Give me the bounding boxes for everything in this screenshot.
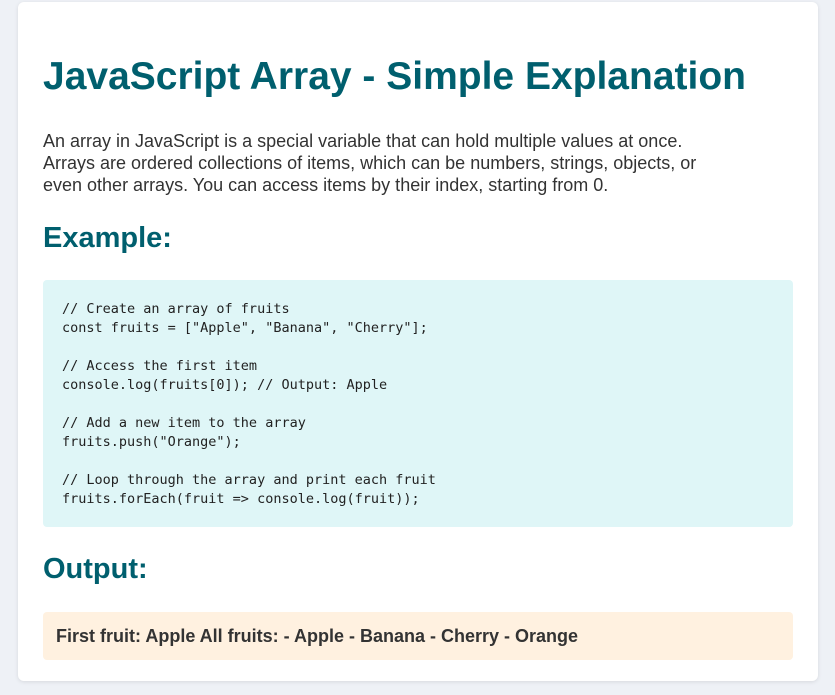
output-box: First fruit: Apple All fruits: - Apple -…	[43, 612, 793, 660]
code-line: console.log(fruits[0]); // Output: Apple	[62, 377, 388, 393]
code-line: // Loop through the array and print each…	[62, 472, 436, 488]
intro-line: Arrays are ordered collections of items,…	[43, 153, 697, 173]
code-line: fruits.forEach(fruit => console.log(frui…	[62, 491, 420, 507]
output-text: First fruit: Apple All fruits: - Apple -…	[56, 626, 579, 646]
code-line: const fruits = ["Apple", "Banana", "Cher…	[62, 320, 428, 336]
code-line: // Add a new item to the array	[62, 415, 306, 431]
intro-paragraph: An array in JavaScript is a special vari…	[43, 130, 793, 196]
intro-line: An array in JavaScript is a special vari…	[43, 131, 683, 151]
example-heading: Example:	[43, 222, 172, 254]
code-block: // Create an array of fruits const fruit…	[43, 280, 793, 527]
intro-line: even other arrays. You can access items …	[43, 175, 609, 195]
content-card: JavaScript Array - Simple Explanation An…	[18, 2, 818, 681]
code-line: // Create an array of fruits	[62, 301, 290, 317]
code-line: // Access the first item	[62, 358, 258, 374]
code-line: fruits.push("Orange");	[62, 434, 241, 450]
page-title: JavaScript Array - Simple Explanation	[43, 55, 746, 98]
output-heading: Output:	[43, 553, 148, 585]
